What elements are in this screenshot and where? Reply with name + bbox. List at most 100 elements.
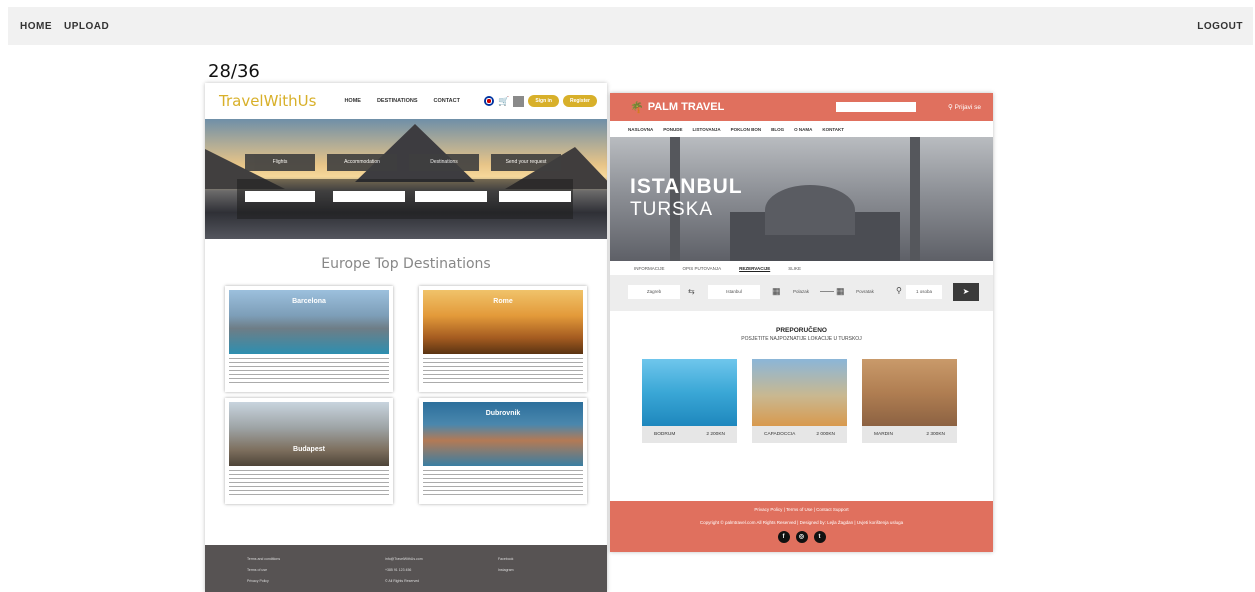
left-logo: TravelWithUs [219,92,317,110]
dest-name: BODRUM [654,432,676,437]
right-mockup-palmtravel[interactable]: 🌴 PALM TRAVEL ⚲ Prijavi se NASLOVNA PONU… [610,93,993,552]
calendar-icon: ▦ [772,286,781,296]
left-register-button: Register [562,95,597,107]
right-nav-item: POKLON BON [730,126,762,132]
profile-square-icon [513,95,525,107]
card-title: Rome [493,298,513,305]
footer-links: Privacy Policy | Terms of Use | Contact … [754,507,849,512]
twitter-icon: t [813,531,826,543]
card-dubrovnik: Dubrovnik [419,398,587,504]
social-icons: f ◎ t [610,531,993,543]
card-image: Dubrovnik [423,402,583,466]
right-nav: NASLOVNA PONUDE LISTOVANJA POKLON BON BL… [610,121,993,137]
instagram-icon: ◎ [795,531,808,543]
footer-instagram: Instagram [498,568,514,572]
date-separator [820,291,834,292]
dest-mardin: MARDIN 2 300KN [862,359,957,443]
left-nav-home: HOME [344,98,361,104]
card-text-lines [423,470,583,498]
hero-field-from [245,191,315,202]
tab-slike: SLIKE [788,265,801,271]
cart-icon: 🛒 [498,95,510,106]
hero-subtitle: TURSKA [630,199,714,220]
right-logo-text: PALM TRAVEL [647,101,725,113]
right-login-text: Prijavi se [954,104,981,111]
tab-opis: OPIS PUTOVANJA [682,265,722,271]
left-nav-contact: CONTACT [433,98,460,104]
top-nav-links: HOME UPLOAD [20,21,109,32]
footer-terms-use: Terms of use [247,568,268,572]
booking-persons: 1 osoba [906,285,942,299]
dest-caption: BODRUM 2 200KN [642,426,737,443]
booking-depart: Polazak [792,289,809,294]
left-nav: HOME DESTINATIONS CONTACT [344,98,460,104]
left-header: TravelWithUs HOME DESTINATIONS CONTACT 🛒… [205,83,607,119]
dest-capadoccia: CAPADOCCIA 2 000KN [752,359,847,443]
left-hero-image: Flights Accommodation Destinations Send … [205,119,607,239]
card-text-lines [229,358,389,386]
card-image: Barcelona [229,290,389,354]
right-nav-item: KONTAKT [822,126,845,132]
image-counter: 28/36 [208,61,260,82]
hero-tab-destinations: Destinations [409,154,479,171]
dest-price: 2 300KN [926,432,945,437]
facebook-icon: f [777,531,790,543]
footer-facebook: Facebook [498,557,514,561]
right-nav-item: LISTOVANJA [692,126,721,132]
recommended-title: PREPORUČENO [776,327,827,334]
card-budapest: Budapest [225,398,393,504]
person-icon: ⚲ [896,286,902,295]
left-header-icons: 🛒 Sign in Register [484,95,597,107]
right-nav-item: PONUDE [663,126,683,132]
hero-tabs: Flights Accommodation Destinations Send … [245,154,561,171]
hero-title: ISTANBUL [630,175,743,198]
palm-tree-icon: 🌴 [630,101,644,114]
card-title: Barcelona [292,298,326,305]
right-login-link: ⚲ Prijavi se [948,103,981,111]
card-image: Budapest [229,402,389,466]
calendar-icon: ▦ [836,286,845,296]
right-header: 🌴 PALM TRAVEL ⚲ Prijavi se [610,93,993,121]
hero-field-date [415,191,487,202]
dest-price: 2 200KN [706,432,725,437]
card-barcelona: Barcelona [225,286,393,392]
logout-link[interactable]: LOGOUT [1197,21,1243,32]
footer-email: info@TravelWithUs.com [385,557,423,561]
card-text-lines [423,358,583,386]
uk-flag-icon [484,96,495,106]
right-footer: Privacy Policy | Terms of Use | Contact … [610,501,993,552]
left-footer: Terms and conditions Terms of use Privac… [205,545,607,592]
dest-name: CAPADOCCIA [764,432,796,437]
recommended-destinations: BODRUM 2 200KN CAPADOCCIA 2 000KN MARDIN… [610,359,993,459]
mountain-shape [355,124,475,182]
booking-return: Povratak [856,289,874,294]
home-link[interactable]: HOME [20,21,52,32]
hero-field-to [333,191,405,202]
right-nav-item: O NAMA [794,126,813,132]
footer-copyright: Copyright © palmtravel.com All Rights Re… [699,520,904,525]
tab-rezervacije: REZERVACIJE [739,265,771,271]
card-rome: Rome [419,286,587,392]
card-image: Rome [423,290,583,354]
footer-privacy: Privacy Policy [247,579,269,583]
hero-tab-request: Send your request [491,154,561,171]
left-signin-button: Sign in [528,95,559,107]
footer-rights: © All Rights Reserved [385,579,420,583]
dest-image [642,359,737,426]
left-mockup-travelwithus[interactable]: TravelWithUs HOME DESTINATIONS CONTACT 🛒… [205,83,607,592]
recommended-subtitle: POSJETITE NAJPOZNATIJE LOKACIJE U TURSKO… [741,336,862,342]
card-text-lines [229,470,389,498]
send-arrow-icon: ➤ [953,283,979,301]
dest-image [752,359,847,426]
hero-field-persons [499,191,571,202]
destination-cards: Barcelona Rome Budapest Dubrovnik [205,272,607,532]
upload-link[interactable]: UPLOAD [64,21,109,32]
footer-col-3: Facebook Instagram [498,557,514,579]
hero-search-form [237,179,573,219]
right-logo: 🌴 PALM TRAVEL [630,101,724,114]
dest-image [862,359,957,426]
footer-terms: Terms and conditions [247,557,281,561]
right-nav-item: NASLOVNA [628,126,654,132]
tab-informacije: INFORMACIJE [634,265,665,271]
hero-tab-accommodation: Accommodation [327,154,397,171]
